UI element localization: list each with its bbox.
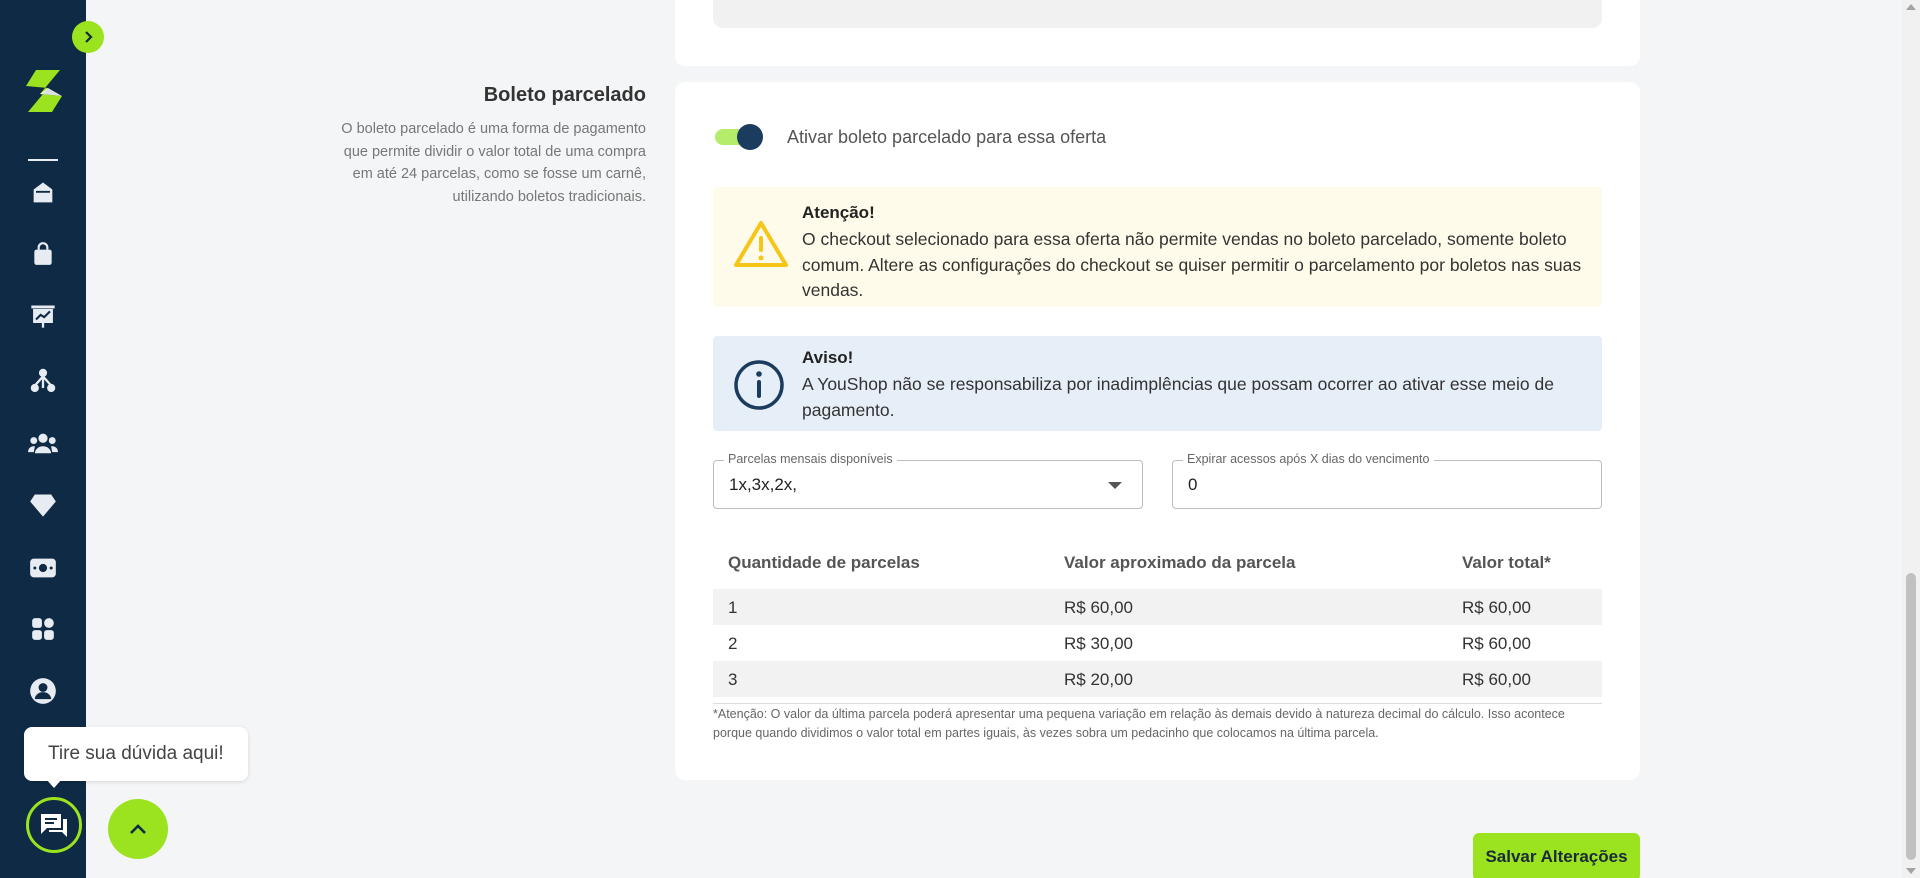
home-icon[interactable] (28, 178, 58, 208)
diamond-icon[interactable] (28, 490, 58, 520)
dropdown-caret-icon (1108, 482, 1122, 489)
installments-value: 1x,3x,2x, (729, 475, 798, 494)
info-alert: Aviso! A YouShop não se responsabiliza p… (713, 336, 1602, 431)
youshop-logo[interactable] (22, 66, 66, 116)
expire-days-input[interactable] (1188, 475, 1578, 495)
help-tooltip: Tire sua dúvida aqui! (24, 727, 248, 781)
row-total: R$ 60,00 (1462, 670, 1531, 689)
row-quantity: 3 (728, 670, 738, 689)
table-row: 3 R$ 20,00 R$ 60,00 (713, 661, 1602, 697)
row-total: R$ 60,00 (1462, 634, 1531, 653)
shopping-bag-icon[interactable] (28, 239, 58, 269)
row-quantity: 2 (728, 634, 738, 653)
table-row: 1 R$ 60,00 R$ 60,00 (713, 589, 1602, 625)
info-text: A YouShop não se responsabiliza por inad… (802, 374, 1554, 420)
installments-table: Quantidade de parcelas Valor aproximado … (713, 539, 1602, 704)
toggle-label: Ativar boleto parcelado para essa oferta (787, 127, 1107, 147)
row-installment-value: R$ 60,00 (1064, 598, 1133, 617)
scroll-up-arrow-icon[interactable] (1906, 4, 1916, 10)
expire-days-field: Expirar acessos após X dias do venciment… (1172, 452, 1602, 509)
warning-text: O checkout selecionado para essa oferta … (802, 229, 1582, 300)
previous-card (675, 0, 1640, 66)
apps-grid-icon[interactable] (28, 614, 58, 644)
header-total: Valor total* (1462, 553, 1551, 572)
page-scrollbar[interactable] (1902, 0, 1920, 878)
user-circle-icon[interactable] (28, 676, 58, 706)
warning-triangle-icon (734, 221, 788, 267)
row-installment-value: R$ 30,00 (1064, 634, 1133, 653)
installment-boleto-card: Ativar boleto parcelado para essa oferta… (675, 82, 1640, 780)
save-changes-button[interactable]: Salvar Alterações (1473, 833, 1640, 878)
row-installment-value: R$ 20,00 (1064, 670, 1133, 689)
installment-boleto-toggle[interactable] (715, 124, 763, 150)
installments-label: Parcelas mensais disponíveis (724, 452, 897, 466)
chat-button[interactable] (26, 797, 82, 853)
scroll-to-top-button[interactable] (108, 799, 168, 859)
sidebar-expand-button[interactable] (72, 21, 104, 53)
scrollbar-thumb[interactable] (1906, 573, 1916, 860)
warning-title: Atenção! (802, 203, 875, 222)
section-title: Boleto parcelado (483, 84, 646, 106)
chevron-up-icon (130, 824, 146, 834)
previous-card-field (713, 0, 1602, 28)
network-icon[interactable] (28, 366, 58, 396)
help-tooltip-arrow (46, 779, 62, 788)
expire-days-label: Expirar acessos após X dias do venciment… (1183, 452, 1434, 466)
header-quantity: Quantidade de parcelas (728, 553, 920, 572)
table-header: Quantidade de parcelas Valor aproximado … (713, 539, 1602, 589)
users-icon[interactable] (28, 429, 58, 459)
footnote: *Atenção: O valor da última parcela pode… (713, 707, 1565, 740)
info-title: Aviso! (802, 348, 854, 367)
money-icon[interactable] (28, 553, 58, 583)
header-installment-value: Valor aproximado da parcela (1064, 553, 1296, 572)
section-description: O boleto parcelado é uma forma de pagame… (341, 121, 646, 205)
table-divider (713, 703, 1602, 704)
row-quantity: 1 (728, 598, 738, 617)
info-circle-icon (734, 360, 784, 410)
scroll-down-arrow-icon[interactable] (1906, 868, 1916, 874)
chat-icon (41, 814, 67, 837)
row-total: R$ 60,00 (1462, 598, 1531, 617)
warning-alert: Atenção! O checkout selecionado para ess… (713, 187, 1602, 307)
presentation-chart-icon[interactable] (28, 301, 58, 331)
table-row: 2 R$ 30,00 R$ 60,00 (713, 625, 1602, 661)
chevron-right-icon (85, 31, 93, 43)
sidebar-divider (28, 159, 58, 161)
installments-select[interactable]: Parcelas mensais disponíveis 1x,3x,2x, (713, 452, 1143, 509)
